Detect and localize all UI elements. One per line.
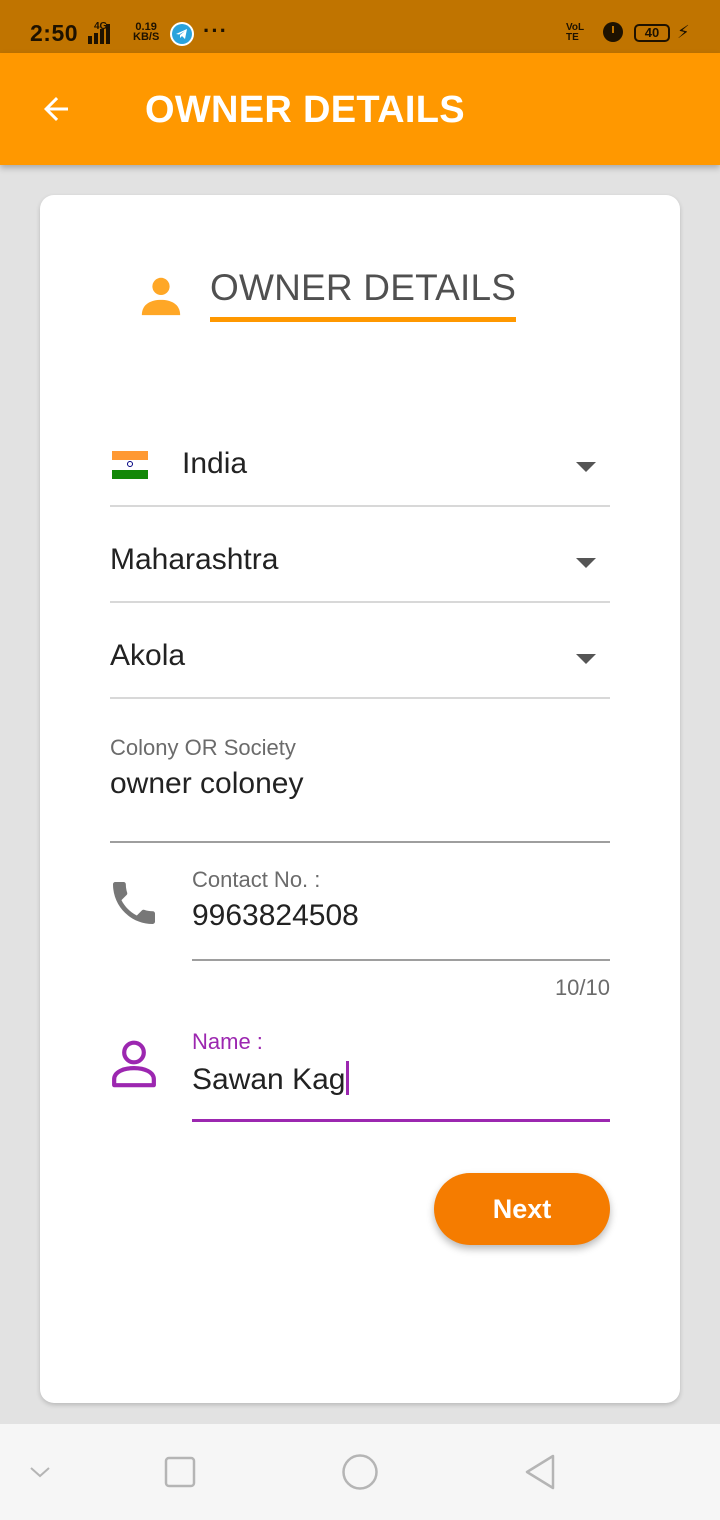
- charging-icon: ⚡: [677, 22, 690, 42]
- alarm-icon: [603, 22, 623, 42]
- navigation-bar: [0, 1424, 720, 1520]
- text-cursor: [346, 1061, 350, 1095]
- name-field[interactable]: Name : Sawan Kag: [192, 1019, 610, 1122]
- country-dropdown[interactable]: India: [110, 435, 610, 507]
- section-title: OWNER DETAILS: [210, 267, 517, 322]
- speed-unit: KB/S: [133, 31, 160, 43]
- colony-field[interactable]: Colony OR Society owner coloney: [110, 725, 610, 843]
- name-input[interactable]: Sawan Kag: [192, 1061, 350, 1097]
- colony-input[interactable]: owner coloney: [110, 767, 303, 801]
- volte-icon: VoLTE: [566, 23, 588, 43]
- battery-icon: 40: [634, 24, 670, 42]
- state-value: Maharashtra: [110, 543, 279, 576]
- status-time: 2:50: [30, 20, 79, 46]
- character-counter: 10/10: [554, 975, 610, 1000]
- contact-input[interactable]: 9963824508: [192, 899, 359, 933]
- person-outline-icon: [112, 1040, 156, 1088]
- app-bar: OWNER DETAILS: [0, 53, 720, 165]
- person-icon: [141, 277, 181, 316]
- contact-label: Contact No. :: [192, 867, 321, 892]
- app-bar-title: OWNER DETAILS: [145, 89, 465, 131]
- telegram-icon: [170, 22, 194, 46]
- city-value: Akola: [110, 639, 186, 672]
- name-label: Name :: [192, 1029, 263, 1054]
- arrow-left-icon: [44, 97, 68, 121]
- colony-label: Colony OR Society: [110, 735, 296, 760]
- home-button[interactable]: [340, 1452, 380, 1492]
- name-input-text: Sawan Kag: [192, 1063, 346, 1096]
- back-button[interactable]: [30, 83, 82, 135]
- more-notifications-icon: ···: [203, 18, 228, 43]
- status-bar: 2:50 4G 0.19 KB/S ··· VoLTE 40 ⚡: [0, 0, 720, 53]
- battery-level: 40: [644, 25, 660, 40]
- india-flag-icon: [112, 451, 148, 479]
- next-button[interactable]: Next: [434, 1173, 610, 1245]
- network-speed: 0.19 KB/S: [133, 22, 160, 43]
- dropdown-arrow-icon: [576, 558, 596, 568]
- phone-icon: [113, 882, 155, 924]
- chevron-down-icon[interactable]: [28, 1460, 52, 1484]
- signal-icon: 4G: [88, 21, 110, 44]
- owner-details-card: OWNER DETAILS India Maharashtra Akola Co…: [40, 195, 680, 1403]
- state-dropdown[interactable]: Maharashtra: [110, 531, 610, 603]
- back-nav-button[interactable]: [520, 1452, 560, 1492]
- country-value: India: [182, 447, 248, 480]
- dropdown-arrow-icon: [576, 462, 596, 472]
- network-type: 4G: [94, 21, 108, 32]
- recent-apps-button[interactable]: [162, 1454, 198, 1490]
- city-dropdown[interactable]: Akola: [110, 627, 610, 699]
- volte-label: VoLTE: [566, 22, 585, 43]
- dropdown-arrow-icon: [576, 654, 596, 664]
- contact-field[interactable]: Contact No. : 9963824508: [192, 857, 610, 961]
